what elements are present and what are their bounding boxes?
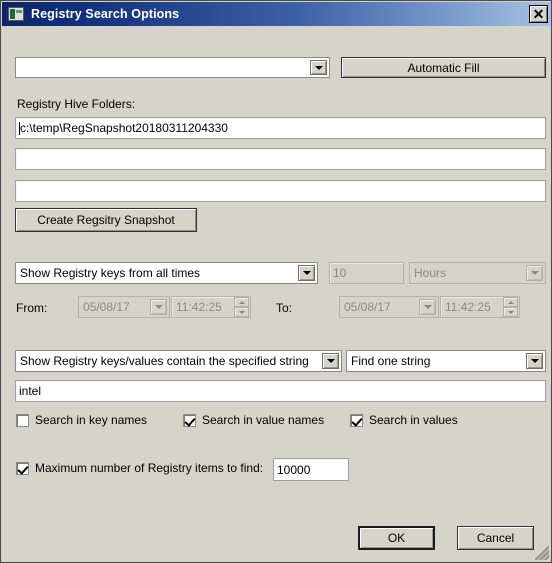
from-time-spin-buttons[interactable] bbox=[234, 297, 249, 317]
chevron-down-icon bbox=[154, 305, 163, 309]
find-mode-combobox[interactable]: Find one string bbox=[346, 350, 546, 372]
to-time-spinner[interactable]: 11:42:25 bbox=[440, 296, 520, 318]
to-label: To: bbox=[276, 301, 293, 315]
window-title: Registry Search Options bbox=[31, 7, 180, 21]
to-time-spin-buttons[interactable] bbox=[503, 297, 518, 317]
from-date-picker[interactable]: 05/08/17 bbox=[78, 296, 170, 318]
hive-folder-input-1[interactable]: c:\temp\RegSnapshot20180311204330 bbox=[15, 117, 546, 139]
find-mode-combobox-value: Find one string bbox=[351, 354, 431, 368]
checkbox-max-items-label: Maximum number of Registry items to find… bbox=[35, 461, 264, 475]
from-time-value: 11:42:25 bbox=[176, 300, 222, 314]
checkbox-search-in-values-box[interactable] bbox=[350, 413, 363, 427]
checkbox-search-in-values-label: Search in values bbox=[369, 413, 458, 427]
checkbox-search-in-values[interactable]: Search in values bbox=[350, 413, 458, 427]
time-unit-combobox[interactable]: Hours bbox=[409, 262, 546, 284]
create-registry-snapshot-label: Create Regsitry Snapshot bbox=[37, 213, 175, 227]
from-date-dropdown-button[interactable] bbox=[150, 299, 167, 315]
registry-search-options-dialog: Registry Search Options ✕ Automatic Fill… bbox=[0, 0, 552, 563]
checkbox-search-in-key-names[interactable]: Search in key names bbox=[16, 413, 147, 427]
caret-down-icon bbox=[238, 310, 245, 314]
checkbox-max-items[interactable]: Maximum number of Registry items to find… bbox=[16, 461, 263, 475]
match-mode-combobox[interactable]: Show Registry keys/values contain the sp… bbox=[15, 350, 342, 372]
title-bar[interactable]: Registry Search Options ✕ bbox=[2, 2, 551, 26]
from-time-spinner[interactable]: 11:42:25 bbox=[171, 296, 251, 318]
search-query-value: intel bbox=[19, 384, 42, 398]
hive-path-combobox[interactable] bbox=[15, 57, 330, 78]
close-icon: ✕ bbox=[532, 6, 545, 22]
automatic-fill-label: Automatic Fill bbox=[407, 60, 480, 75]
search-query-input[interactable]: intel bbox=[15, 380, 546, 402]
to-date-value: 05/08/17 bbox=[344, 300, 391, 314]
checkbox-search-in-key-names-box[interactable] bbox=[16, 413, 29, 427]
caret-up-icon bbox=[507, 300, 514, 304]
ok-button[interactable]: OK bbox=[358, 526, 435, 550]
from-label: From: bbox=[16, 301, 48, 315]
automatic-fill-button[interactable]: Automatic Fill bbox=[341, 57, 546, 78]
chevron-down-icon bbox=[314, 65, 323, 70]
checkbox-search-in-key-names-label: Search in key names bbox=[35, 413, 148, 427]
to-time-spin-up[interactable] bbox=[503, 297, 518, 307]
checkbox-search-in-value-names-label: Search in value names bbox=[202, 413, 325, 427]
ok-label: OK bbox=[387, 531, 406, 545]
hive-path-dropdown-button[interactable] bbox=[310, 60, 327, 75]
caret-up-icon bbox=[238, 300, 245, 304]
resize-grip[interactable] bbox=[535, 546, 549, 560]
time-mode-combobox[interactable]: Show Registry keys from all times bbox=[15, 262, 318, 284]
from-date-value: 05/08/17 bbox=[83, 300, 130, 314]
checkbox-search-in-value-names[interactable]: Search in value names bbox=[183, 413, 324, 427]
to-date-dropdown-button[interactable] bbox=[419, 299, 436, 315]
caret-down-icon bbox=[507, 310, 514, 314]
time-mode-combobox-value: Show Registry keys from all times bbox=[20, 266, 201, 280]
to-time-spin-down[interactable] bbox=[503, 307, 518, 317]
time-amount-value: 10 bbox=[333, 266, 347, 280]
time-mode-dropdown-button[interactable] bbox=[298, 265, 315, 281]
match-mode-combobox-value: Show Registry keys/values contain the sp… bbox=[20, 354, 309, 368]
registry-window-icon bbox=[8, 7, 24, 21]
checkbox-max-items-box[interactable] bbox=[16, 461, 29, 475]
match-mode-dropdown-button[interactable] bbox=[322, 353, 339, 369]
chevron-down-icon bbox=[326, 359, 335, 363]
cancel-button[interactable]: Cancel bbox=[457, 526, 534, 550]
from-time-spin-up[interactable] bbox=[234, 297, 249, 307]
to-date-picker[interactable]: 05/08/17 bbox=[339, 296, 439, 318]
hive-folder-input-1-value: c:\temp\RegSnapshot20180311204330 bbox=[20, 121, 228, 135]
chevron-down-icon bbox=[302, 271, 311, 275]
chevron-down-icon bbox=[530, 271, 539, 275]
time-amount-input[interactable]: 10 bbox=[329, 262, 404, 284]
time-unit-dropdown-button[interactable] bbox=[526, 265, 543, 281]
create-registry-snapshot-button[interactable]: Create Regsitry Snapshot bbox=[15, 208, 197, 232]
close-button[interactable]: ✕ bbox=[529, 5, 548, 23]
max-items-value: 10000 bbox=[277, 462, 311, 477]
from-time-spin-down[interactable] bbox=[234, 307, 249, 317]
hive-folder-input-2[interactable] bbox=[15, 148, 546, 170]
to-time-value: 11:42:25 bbox=[445, 300, 491, 314]
find-mode-dropdown-button[interactable] bbox=[526, 353, 543, 369]
chevron-down-icon bbox=[530, 359, 539, 363]
registry-hive-folders-label: Registry Hive Folders: bbox=[17, 97, 136, 111]
checkbox-search-in-value-names-box[interactable] bbox=[183, 413, 196, 427]
chevron-down-icon bbox=[423, 305, 432, 309]
cancel-label: Cancel bbox=[476, 531, 515, 545]
time-unit-combobox-value: Hours bbox=[414, 266, 447, 280]
max-items-input[interactable]: 10000 bbox=[273, 458, 349, 481]
hive-folder-input-3[interactable] bbox=[15, 180, 546, 202]
